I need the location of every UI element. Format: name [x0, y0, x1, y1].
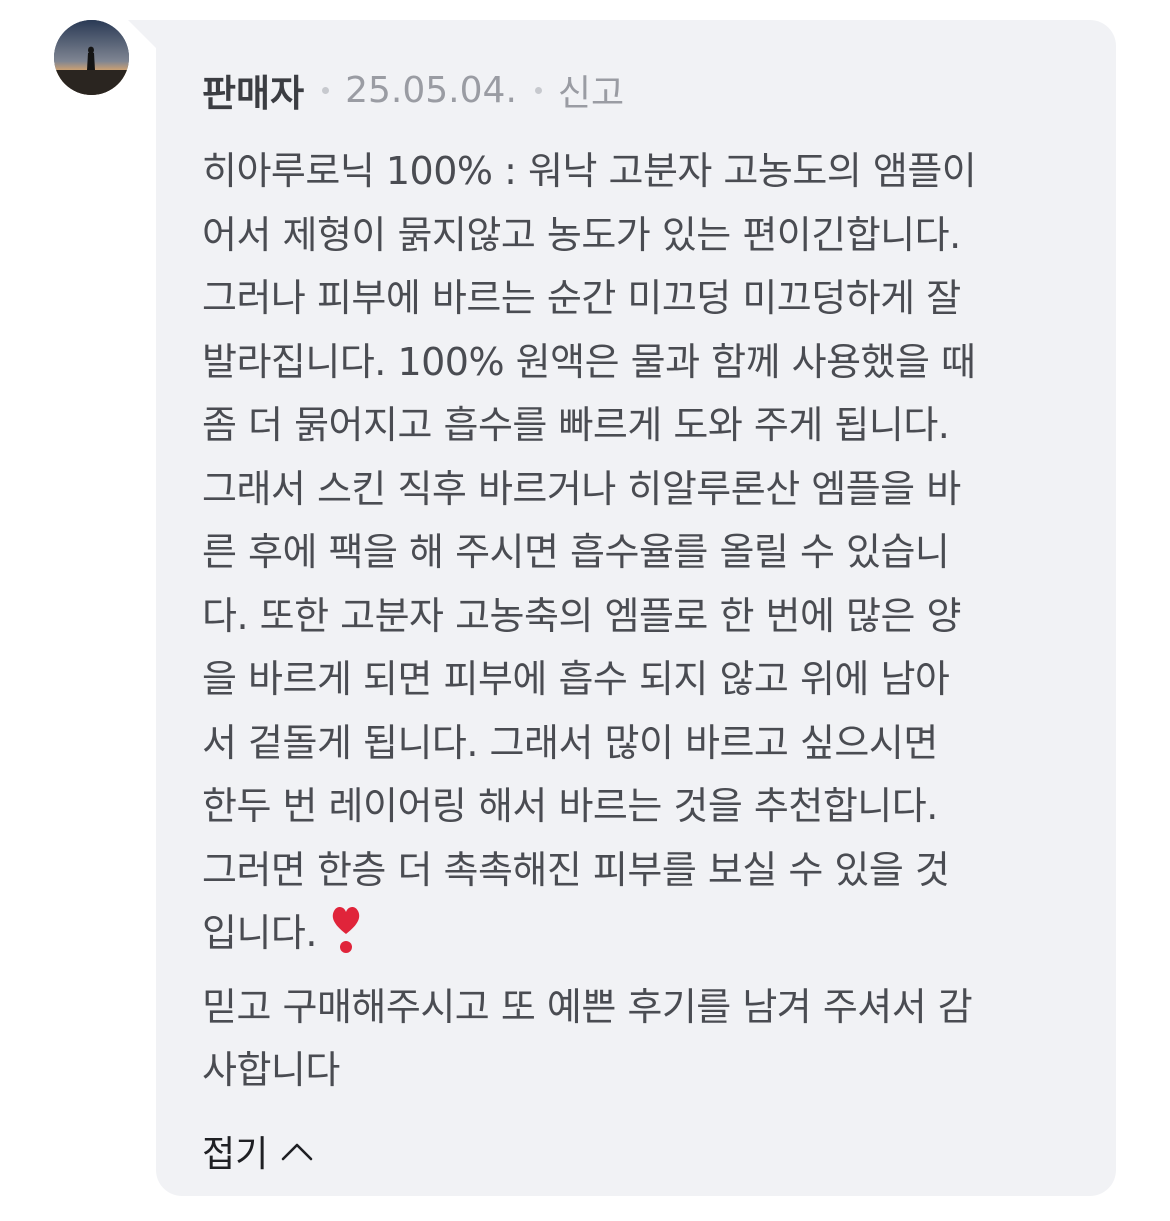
bubble-tail	[128, 20, 158, 50]
separator-dot	[534, 86, 542, 94]
author-name[interactable]: 판매자	[202, 63, 304, 117]
reply-heart-line: 입니다.	[202, 902, 1070, 976]
reply-meta: 판매자 25.05.04. 신고	[202, 60, 1070, 120]
seller-avatar[interactable]	[54, 20, 129, 95]
reply-date: 25.05.04.	[345, 69, 517, 111]
reply-closing-text: 믿고 구매해주시고 또 예쁜 후기를 남겨 주셔서 감 사합니다	[202, 984, 973, 1093]
reply-body: 히아루로닉 100% : 워낙 고분자 고농도의 앰플이 어서 제형이 묽지않고…	[202, 140, 1070, 1103]
seller-reply-bubble: 판매자 25.05.04. 신고 히아루로닉 100% : 워낙 고분자 고농도…	[156, 20, 1116, 1196]
fold-label: 접기	[202, 1133, 269, 1175]
fold-button[interactable]: 접기	[202, 1125, 314, 1177]
reply-body-text: 히아루로닉 100% : 워낙 고분자 고농도의 앰플이 어서 제형이 묽지않고…	[202, 149, 977, 892]
reply-heart-line-text: 입니다.	[202, 911, 317, 955]
heavy-heart-exclamation-icon	[331, 904, 361, 976]
chevron-up-icon	[281, 1143, 313, 1160]
avatar-image	[54, 20, 129, 95]
report-button[interactable]: 신고	[558, 64, 624, 116]
separator-dot	[322, 86, 330, 94]
